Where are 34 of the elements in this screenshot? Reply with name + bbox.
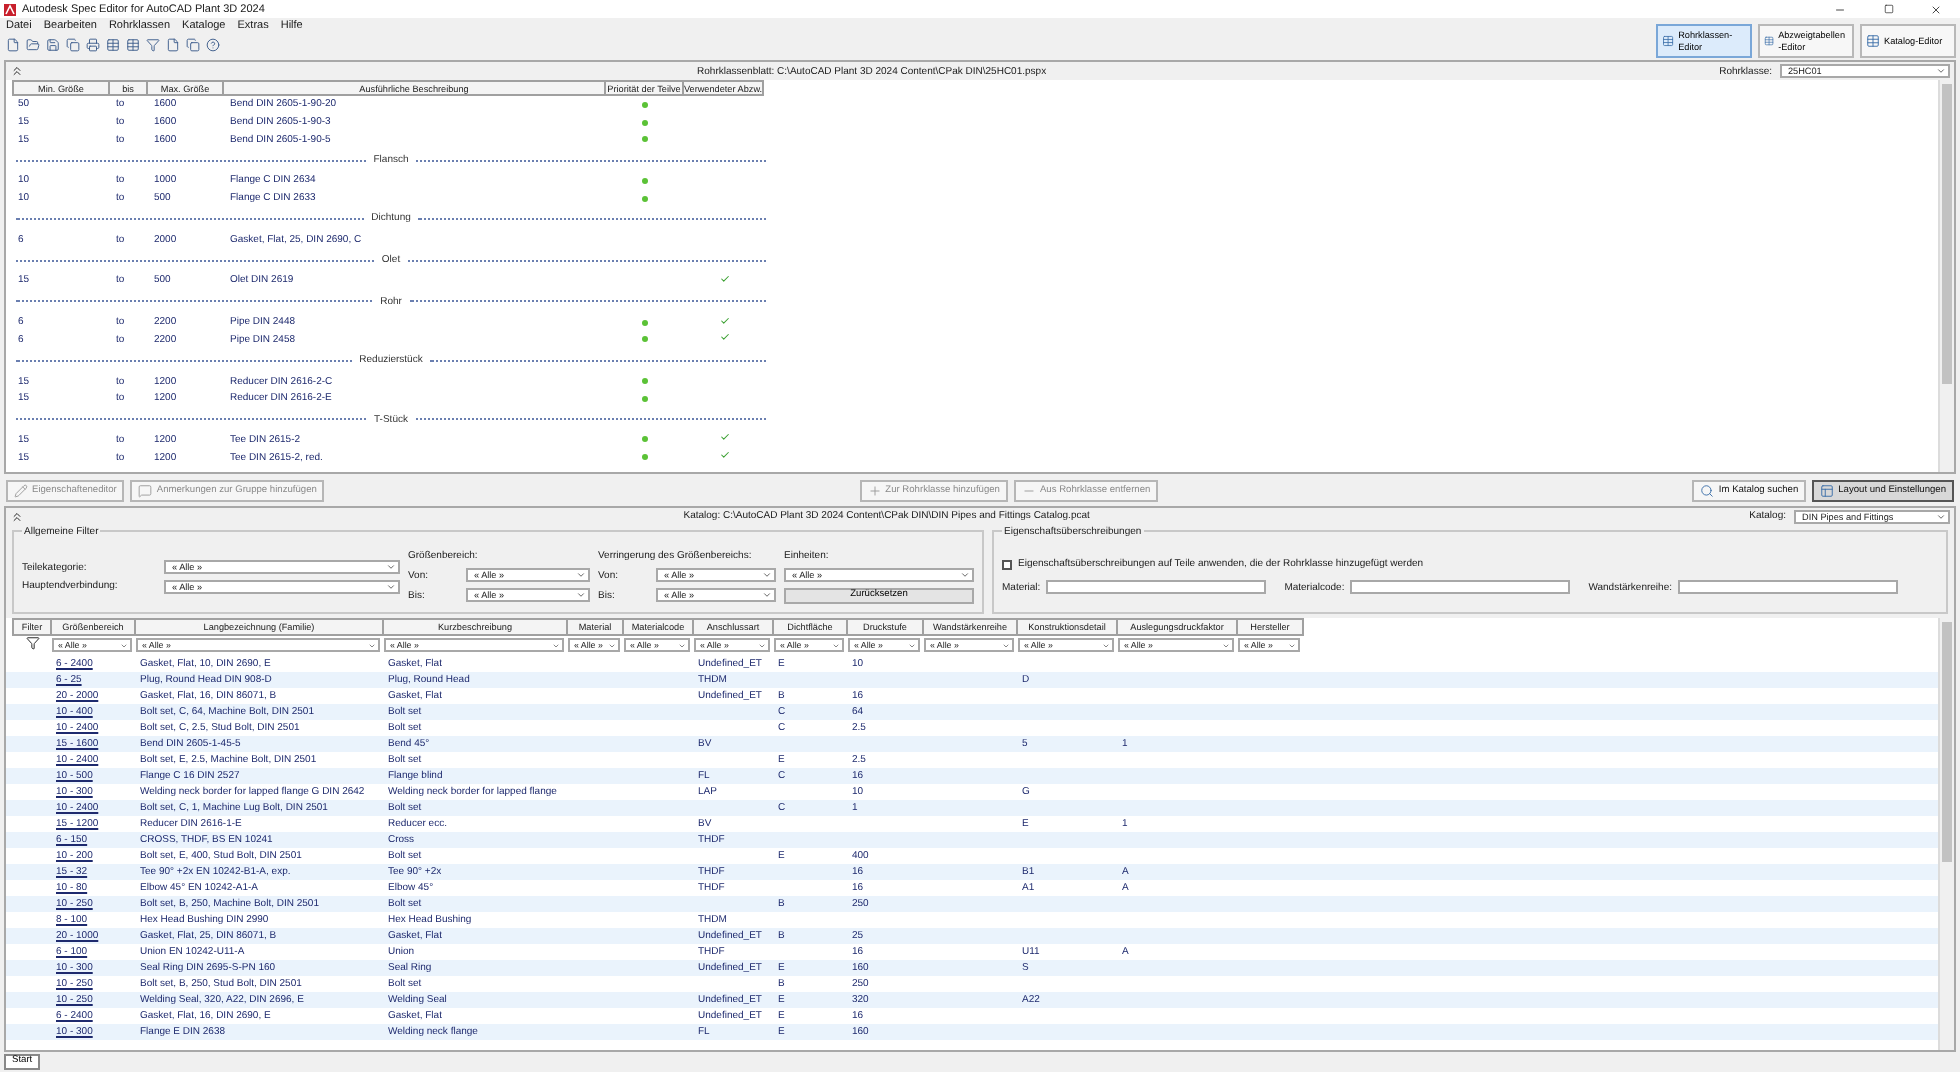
pencil-icon bbox=[14, 483, 28, 497]
copy-icon bbox=[186, 37, 200, 51]
filter-icon bbox=[25, 636, 39, 651]
plus-icon bbox=[867, 483, 882, 497]
open-folder-icon bbox=[26, 37, 40, 51]
minimize-icon bbox=[1834, 3, 1846, 15]
scrollbar[interactable] bbox=[1938, 617, 1954, 1050]
material-code-field[interactable] bbox=[1350, 580, 1571, 595]
close-icon bbox=[1930, 3, 1942, 15]
new-file-icon bbox=[6, 37, 20, 51]
caret-icon bbox=[960, 569, 970, 580]
caret-icon bbox=[1936, 66, 1946, 76]
collapse-icon bbox=[10, 509, 24, 524]
save-icon bbox=[46, 37, 60, 51]
table-icon bbox=[1866, 34, 1880, 48]
wall-thickness-field[interactable] bbox=[1677, 580, 1898, 595]
table-icon bbox=[106, 37, 120, 51]
scrollbar[interactable] bbox=[1938, 80, 1954, 472]
filter-icon bbox=[146, 37, 160, 51]
print-icon bbox=[86, 37, 100, 51]
layout-icon bbox=[1820, 483, 1835, 497]
collapse-icon bbox=[10, 64, 24, 78]
comment-icon bbox=[138, 483, 153, 497]
help-icon bbox=[206, 37, 220, 51]
search-icon bbox=[1700, 483, 1715, 497]
table-icon bbox=[1764, 34, 1775, 48]
material-field[interactable] bbox=[1046, 580, 1267, 595]
checkbox[interactable] bbox=[1002, 559, 1012, 570]
caret-icon bbox=[1936, 511, 1946, 522]
table-icon bbox=[126, 37, 140, 51]
document-icon bbox=[166, 37, 180, 51]
table-icon bbox=[1662, 34, 1675, 48]
maximize-icon bbox=[1883, 4, 1893, 14]
copy-icon bbox=[66, 37, 80, 51]
